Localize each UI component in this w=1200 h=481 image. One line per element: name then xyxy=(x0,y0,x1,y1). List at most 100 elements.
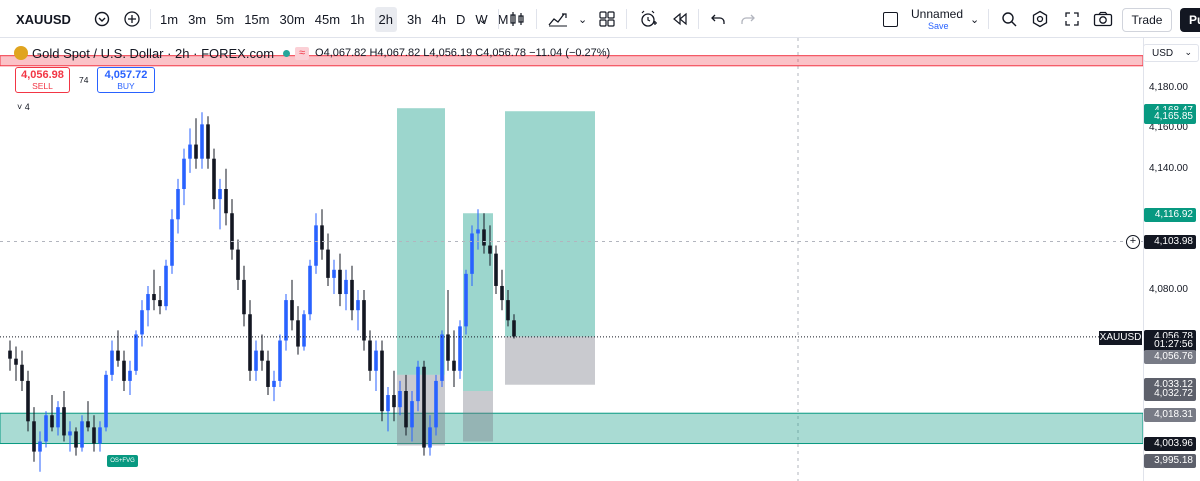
timeframe-3m[interactable]: 3m xyxy=(188,12,206,27)
price-tick: 4,140.00 xyxy=(1149,162,1188,174)
chevron-down-icon[interactable]: ⌄ xyxy=(478,0,487,38)
candle-body xyxy=(158,300,162,307)
candle-body xyxy=(368,340,372,371)
camera-icon[interactable] xyxy=(1093,0,1113,38)
candle-body xyxy=(428,427,432,448)
indicators-toggle[interactable]: ˅ 4 xyxy=(17,102,30,112)
add-price-line-icon[interactable]: + xyxy=(1126,235,1140,249)
trade-button[interactable]: Trade xyxy=(1122,8,1172,32)
templates-icon[interactable] xyxy=(598,0,616,38)
candle-body xyxy=(182,158,186,189)
toolbar-divider xyxy=(626,9,627,29)
candle-body xyxy=(188,144,192,159)
price-chart[interactable] xyxy=(0,38,1143,481)
timeframe-1h[interactable]: 1h xyxy=(350,12,364,27)
candle-body xyxy=(302,314,306,347)
candle-body xyxy=(170,219,174,266)
candle-body xyxy=(410,401,414,428)
delayed-data-icon[interactable]: ≈ xyxy=(295,46,310,60)
candle-body xyxy=(26,380,30,422)
candle-body xyxy=(392,395,396,408)
candle-body xyxy=(458,326,462,371)
chart-pane[interactable] xyxy=(0,38,1143,481)
replay-icon[interactable] xyxy=(671,0,689,38)
price-label: 4,003.96 xyxy=(1144,436,1196,451)
price-label: 4,032.72 xyxy=(1144,387,1196,402)
save-button[interactable]: Save xyxy=(928,21,949,31)
candle-body xyxy=(8,350,12,359)
chevron-down-icon: ⌄ xyxy=(1184,47,1192,57)
timeframe-4h[interactable]: 4h xyxy=(431,12,445,27)
timeframe-M[interactable]: M xyxy=(498,12,509,27)
timeframe-3h[interactable]: 3h xyxy=(407,12,421,27)
candle-body xyxy=(260,350,264,361)
symbol-options-icon[interactable] xyxy=(93,0,111,38)
candle-body xyxy=(20,364,24,381)
candle-body xyxy=(326,249,330,278)
candle-body xyxy=(194,144,198,159)
search-icon[interactable] xyxy=(1000,0,1018,38)
candle-body xyxy=(32,421,36,452)
currency-label: USD xyxy=(1152,48,1174,59)
chevron-down-icon[interactable]: ⌄ xyxy=(970,0,979,38)
candle-body xyxy=(386,395,390,412)
candle-body xyxy=(98,427,102,444)
candle-body xyxy=(62,407,66,436)
candle-body xyxy=(86,421,90,428)
sell-price: 4,056.98 xyxy=(21,69,64,81)
candle-style-icon[interactable] xyxy=(508,0,526,38)
candle-body xyxy=(134,334,138,371)
add-compare-icon[interactable] xyxy=(123,0,141,38)
timeframe-15m[interactable]: 15m xyxy=(244,12,269,27)
toolbar-divider xyxy=(698,9,699,29)
layout-checkbox[interactable] xyxy=(883,12,898,27)
position-stop-zone xyxy=(505,336,595,385)
gold-symbol-icon xyxy=(14,46,28,60)
spread-value: 74 xyxy=(79,75,89,85)
timeframe-5m[interactable]: 5m xyxy=(216,12,234,27)
buy-button[interactable]: 4,057.72 BUY xyxy=(97,67,155,93)
candle-body xyxy=(230,213,234,250)
chevron-down-icon[interactable]: ⌄ xyxy=(578,0,587,38)
candle-body xyxy=(446,334,450,361)
layout-name[interactable]: Unnamed xyxy=(911,8,963,21)
osfvg-label[interactable]: OS+FVG xyxy=(107,455,138,467)
settings-icon[interactable] xyxy=(1031,0,1049,38)
timeframe-selector: 1m 3m 5m 15m 30m 45m 1h 2h 3h 4h D W M xyxy=(160,0,508,38)
candle-body xyxy=(470,233,474,274)
timeframe-30m[interactable]: 30m xyxy=(279,12,304,27)
price-label: 3,995.18 xyxy=(1144,454,1196,469)
price-tick: 4,160.00 xyxy=(1149,122,1188,134)
candle-body xyxy=(404,391,408,428)
publish-button[interactable]: Pu xyxy=(1180,8,1200,32)
timeframe-1m[interactable]: 1m xyxy=(160,12,178,27)
candle-body xyxy=(266,360,270,387)
candle-body xyxy=(440,334,444,381)
timeframe-D[interactable]: D xyxy=(456,12,465,27)
timeframe-45m[interactable]: 45m xyxy=(315,12,340,27)
candle-body xyxy=(356,300,360,311)
candle-body xyxy=(380,350,384,412)
candle-body xyxy=(176,189,180,220)
fullscreen-icon[interactable] xyxy=(1064,0,1080,38)
indicators-icon[interactable] xyxy=(547,0,569,38)
candle-body xyxy=(14,358,18,365)
candle-body xyxy=(476,229,480,234)
sell-button[interactable]: 4,056.98 SELL xyxy=(15,67,70,93)
sell-label: SELL xyxy=(32,81,53,91)
candle-body xyxy=(146,294,150,311)
alert-icon[interactable] xyxy=(638,0,658,38)
redo-icon[interactable] xyxy=(740,0,756,38)
candle-body xyxy=(344,279,348,295)
candle-body xyxy=(200,124,204,159)
candle-body xyxy=(206,124,210,159)
legend-title[interactable]: Gold Spot / U.S. Dollar · 2h · FOREX.com xyxy=(32,46,274,61)
symbol-search-button[interactable]: XAUUSD xyxy=(16,0,71,38)
candle-body xyxy=(278,340,282,381)
toolbar-divider xyxy=(988,9,989,29)
timeframe-2h[interactable]: 2h xyxy=(374,6,398,32)
toolbar-divider xyxy=(150,9,151,29)
currency-selector[interactable]: USD ⌄ xyxy=(1143,44,1199,62)
candle-body xyxy=(122,360,126,381)
undo-icon[interactable] xyxy=(710,0,726,38)
